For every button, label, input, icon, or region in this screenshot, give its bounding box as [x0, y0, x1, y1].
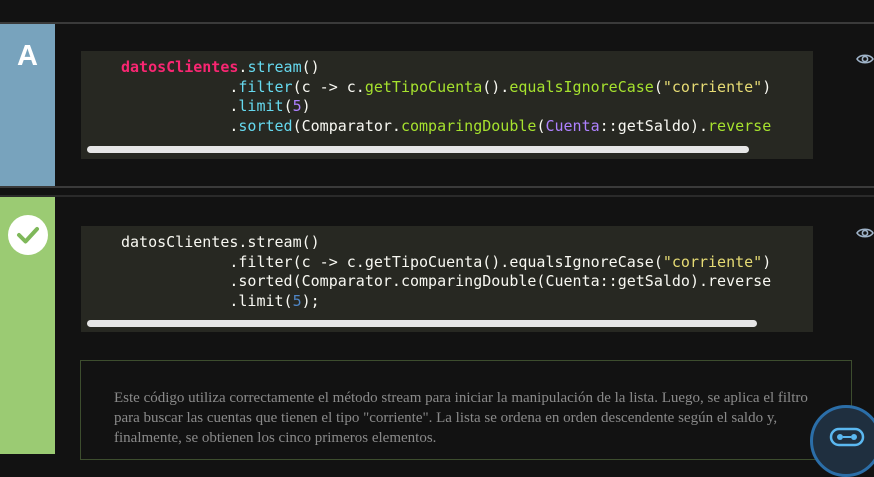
- option-b-code: datosClientes.stream() .filter(c -> c.ge…: [121, 233, 771, 311]
- code-token: datosClientes: [121, 58, 239, 76]
- option-divider: [0, 186, 874, 188]
- code-token: .limit(: [121, 291, 293, 310]
- code-token: filter: [238, 77, 293, 96]
- explanation-text: Este código utiliza correctamente el mét…: [114, 390, 808, 446]
- top-divider: [0, 22, 874, 24]
- option-a-code-line: datosClientes.stream(): [121, 58, 771, 78]
- code-token: (: [653, 77, 663, 96]
- code-token: "corriente": [662, 77, 763, 96]
- code-token: stream: [247, 58, 302, 76]
- code-token: .: [121, 97, 239, 115]
- code-token: ): [762, 77, 772, 96]
- option-b-code-line: datosClientes.stream(): [121, 233, 771, 253]
- option-b-code-block: datosClientes.stream() .filter(c -> c.ge…: [81, 226, 813, 332]
- code-token: equalsIgnoreCase: [509, 77, 654, 96]
- code-token: .sorted(Comparator.comparingDouble(Cuent…: [121, 272, 772, 290]
- option-a-code-line: .limit(5): [121, 97, 771, 117]
- option-b-code-line: .sorted(Comparator.comparingDouble(Cuent…: [121, 272, 771, 292]
- code-token: (Comparator.: [292, 116, 401, 135]
- code-token: comparingDouble: [400, 116, 537, 135]
- code-token: ): [762, 252, 772, 271]
- code-token: "corriente": [662, 252, 763, 271]
- code-token: );: [301, 291, 320, 310]
- code-token: .: [121, 77, 239, 96]
- code-token: (c -> c.: [292, 77, 365, 96]
- code-token: (): [301, 58, 320, 76]
- code-token: .: [121, 116, 239, 135]
- option-a-code-line: .filter(c -> c.getTipoCuenta().equalsIgn…: [121, 78, 771, 98]
- robot-assistant-icon[interactable]: [810, 405, 874, 477]
- eye-icon[interactable]: [856, 225, 874, 239]
- code-token: ().: [482, 77, 510, 96]
- option-a-code: datosClientes.stream() .filter(c -> c.ge…: [121, 58, 771, 136]
- option-b-horizontal-scrollbar[interactable]: [87, 320, 757, 327]
- option-a-horizontal-scrollbar[interactable]: [87, 146, 749, 153]
- code-token: 5: [292, 97, 302, 115]
- option-a-code-block: datosClientes.stream() .filter(c -> c.ge…: [81, 51, 813, 159]
- code-token: getTipoCuenta: [364, 77, 483, 96]
- code-token: Cuenta: [545, 116, 600, 135]
- eye-icon[interactable]: [856, 51, 874, 65]
- option-a-letter: A: [17, 40, 38, 72]
- checkmark-icon: [8, 215, 48, 255]
- option-b-code-line: .limit(5);: [121, 292, 771, 312]
- code-token: 5: [292, 291, 302, 310]
- option-b-code-line: .filter(c -> c.getTipoCuenta().equalsIgn…: [121, 253, 771, 273]
- code-token: reverse: [708, 116, 772, 135]
- code-token: limit: [238, 97, 284, 115]
- code-token: ::getSaldo).: [599, 116, 709, 135]
- option-a-code-line: .sorted(Comparator.comparingDouble(Cuent…: [121, 117, 771, 137]
- option-divider-secondary: [0, 195, 874, 197]
- code-token: datosClientes.stream(): [121, 233, 320, 251]
- code-token: sorted: [238, 116, 293, 135]
- code-token: .filter(c -> c.getTipoCuenta().equalsIgn…: [121, 252, 663, 271]
- code-token: ): [301, 97, 311, 115]
- explanation-box: Este código utiliza correctamente el mét…: [80, 360, 852, 460]
- code-token: (: [283, 97, 293, 115]
